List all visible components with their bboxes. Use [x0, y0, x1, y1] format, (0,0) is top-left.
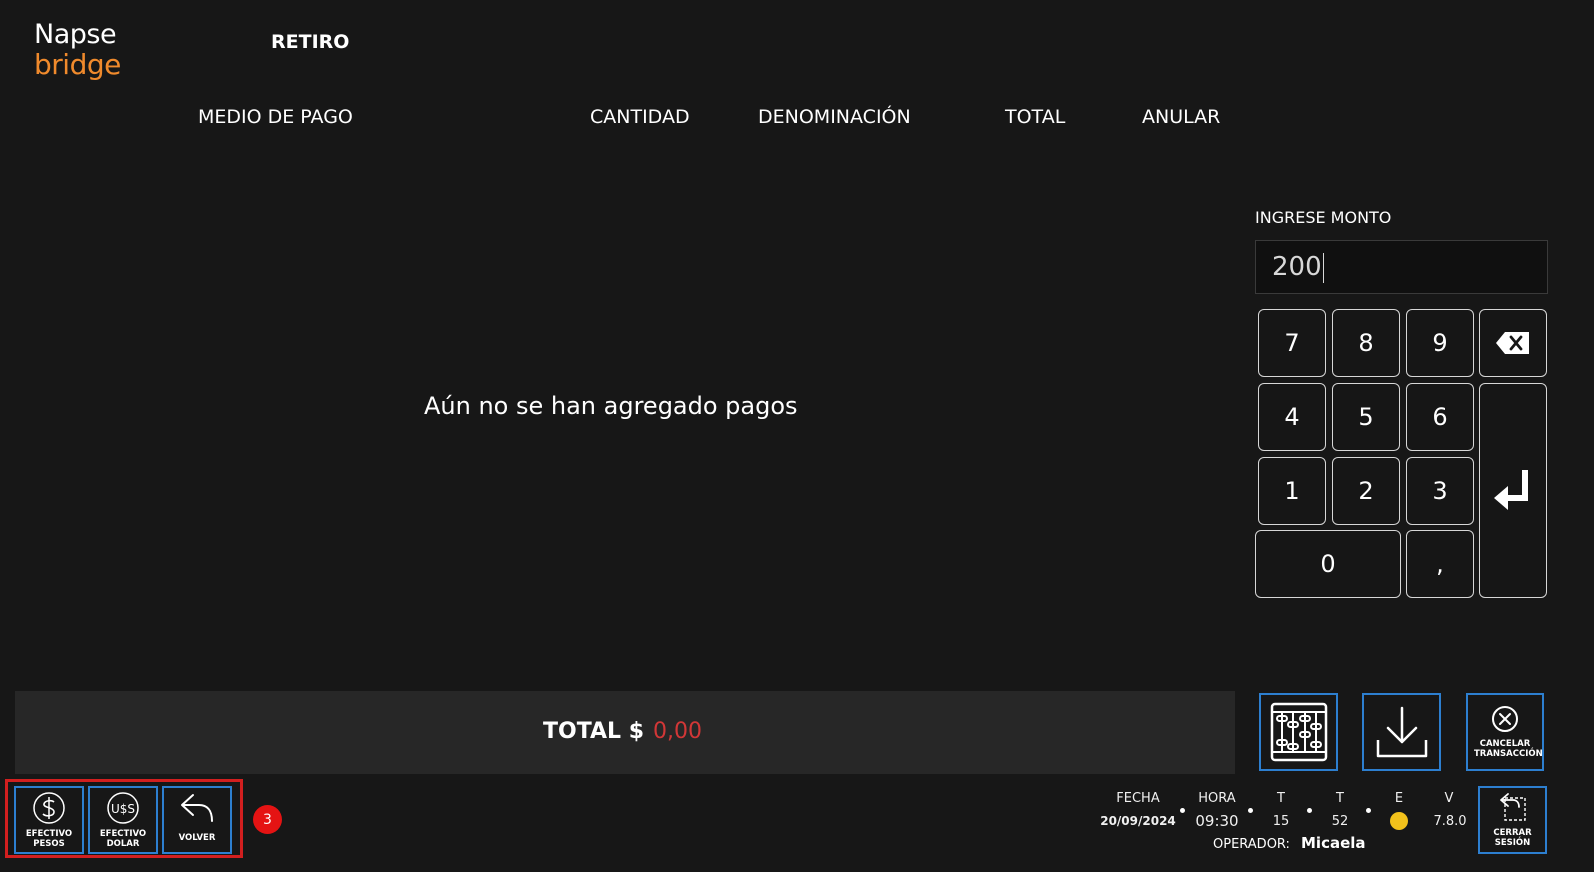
efectivo-pesos-label: EFECTIVO PESOS	[25, 829, 73, 849]
t1-label: T	[1277, 791, 1285, 806]
key-5[interactable]: 5	[1332, 383, 1400, 451]
separator-dot	[1180, 808, 1185, 813]
column-header-medio-de-pago: MEDIO DE PAGO	[198, 106, 353, 128]
volver-button[interactable]: VOLVER	[162, 786, 232, 854]
enter-key[interactable]	[1479, 383, 1547, 598]
key-comma[interactable]: ,	[1406, 530, 1474, 598]
logo-napse: Napse	[34, 19, 117, 50]
column-header-cantidad: CANTIDAD	[590, 106, 690, 128]
column-header-denominacion: DENOMINACIÓN	[758, 106, 911, 128]
key-4[interactable]: 4	[1258, 383, 1326, 451]
separator-dot	[1307, 808, 1312, 813]
t1-value: 15	[1272, 814, 1290, 829]
empty-payments-message: Aún no se han agregado pagos	[424, 392, 798, 420]
abacus-icon	[1270, 702, 1327, 762]
cancel-transaction-button[interactable]: CANCELAR TRANSACCIÓN	[1466, 693, 1544, 771]
volver-label: VOLVER	[178, 833, 216, 843]
key-2[interactable]: 2	[1332, 457, 1400, 525]
logout-icon	[1499, 793, 1526, 821]
efectivo-pesos-button[interactable]: EFECTIVO PESOS	[14, 786, 84, 854]
hora-value: 09:30	[1195, 812, 1239, 830]
cancel-circle-icon	[1492, 706, 1518, 732]
status-indicator-dot	[1390, 812, 1408, 830]
separator-dot	[1366, 808, 1371, 813]
text-caret	[1322, 252, 1324, 283]
key-7[interactable]: 7	[1258, 309, 1326, 377]
amount-value: 200	[1272, 252, 1322, 282]
logo-bridge: bridge	[34, 48, 121, 81]
hora-label: HORA	[1198, 791, 1236, 806]
v-label: V	[1444, 791, 1454, 806]
amount-input[interactable]: 200	[1255, 240, 1548, 294]
key-3[interactable]: 3	[1406, 457, 1474, 525]
operador-name: Micaela	[1301, 834, 1366, 852]
back-arrow-icon	[181, 794, 213, 822]
backspace-key[interactable]	[1479, 309, 1547, 377]
backspace-icon	[1496, 332, 1529, 354]
download-icon	[1376, 706, 1427, 758]
key-6[interactable]: 6	[1406, 383, 1474, 451]
key-0[interactable]: 0	[1255, 530, 1401, 598]
fecha-value: 20/09/2024	[1100, 814, 1176, 828]
fecha-label: FECHA	[1116, 791, 1160, 806]
dollar-icon	[33, 792, 65, 824]
column-header-anular: ANULAR	[1142, 106, 1221, 128]
efectivo-dolar-label: EFECTIVO DOLAR	[99, 829, 147, 849]
amount-label: INGRESE MONTO	[1255, 208, 1392, 227]
key-8[interactable]: 8	[1332, 309, 1400, 377]
t2-label: T	[1336, 791, 1344, 806]
e-label: E	[1394, 791, 1404, 806]
abacus-button[interactable]	[1259, 693, 1338, 771]
enter-icon	[1494, 469, 1528, 510]
key-9[interactable]: 9	[1406, 309, 1474, 377]
cerrar-sesion-label: CERRAR SESIÓN	[1493, 828, 1532, 848]
shortcut-count-badge: 3	[253, 805, 282, 834]
cerrar-sesion-button[interactable]: CERRAR SESIÓN	[1478, 786, 1547, 854]
usd-icon: U$S	[107, 792, 139, 824]
page-title: RETIRO	[271, 31, 350, 53]
total-value: 0,00	[653, 719, 702, 744]
download-button[interactable]	[1362, 693, 1441, 771]
operador-label: OPERADOR:	[1213, 837, 1290, 852]
version-value: 7.8.0	[1433, 814, 1467, 829]
key-1[interactable]: 1	[1258, 457, 1326, 525]
separator-dot	[1248, 808, 1253, 813]
total-label: TOTAL $	[543, 719, 645, 744]
cancel-transaction-label: CANCELAR TRANSACCIÓN	[1474, 739, 1543, 759]
column-header-total: TOTAL	[1005, 106, 1066, 128]
efectivo-dolar-button[interactable]: U$S EFECTIVO DOLAR	[88, 786, 158, 854]
t2-value: 52	[1331, 814, 1349, 829]
svg-text:U$S: U$S	[111, 802, 135, 816]
